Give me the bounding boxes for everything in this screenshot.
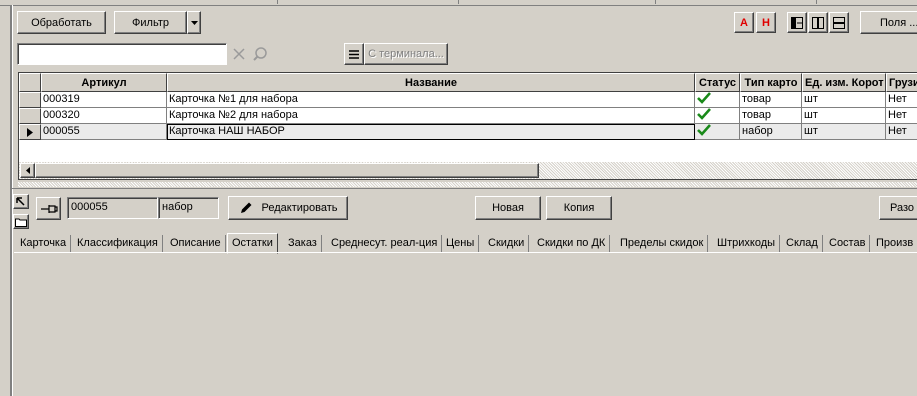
folder-button[interactable] <box>13 214 29 229</box>
card-type-field[interactable]: набор <box>158 197 219 219</box>
tab-warehouse[interactable]: Склад <box>782 235 823 252</box>
col-header-article[interactable]: Артикул <box>41 73 167 92</box>
cell-type[interactable]: товар <box>740 108 802 124</box>
horizontal-scrollbar[interactable] <box>19 162 917 179</box>
from-terminal-button[interactable]: С терминала... <box>364 43 448 65</box>
chevron-left-icon <box>25 167 30 174</box>
col-header-status[interactable]: Статус <box>695 73 740 92</box>
row-indicator[interactable] <box>19 124 41 140</box>
col-header-type[interactable]: Тип карто <box>740 73 802 92</box>
right-action-button[interactable]: Разо <box>879 196 917 220</box>
close-icon <box>232 48 245 60</box>
checkmark-icon <box>697 108 711 120</box>
card-code-field[interactable]: 000055 <box>67 197 158 219</box>
cell-status[interactable] <box>695 108 740 124</box>
tab-order[interactable]: Заказ <box>284 235 322 252</box>
filter-button[interactable]: Фильтр <box>114 11 187 34</box>
row-indicator[interactable] <box>19 108 41 124</box>
layout-left-icon <box>791 16 803 29</box>
scroll-thumb[interactable] <box>35 163 539 178</box>
checkmark-icon <box>697 124 711 136</box>
cell-unit[interactable]: шт <box>802 108 886 124</box>
splitter[interactable] <box>18 182 917 187</box>
tab-discounts-card[interactable]: Скидки по ДК <box>533 235 611 252</box>
collapse-arrow-button[interactable] <box>13 194 29 209</box>
tab-classification[interactable]: Классификация <box>73 235 163 252</box>
process-button[interactable]: Обработать <box>17 11 106 34</box>
tab-discounts[interactable]: Скидки <box>484 235 530 252</box>
table-row[interactable]: 000319 Карточка №1 для набора товар шт Н… <box>19 92 917 108</box>
pin-icon <box>40 204 58 213</box>
col-header-cargo[interactable]: Грузи <box>886 73 917 92</box>
cell-cargo[interactable]: Нет <box>886 92 917 108</box>
arrow-up-left-icon <box>16 196 25 206</box>
chevron-down-icon <box>190 20 198 25</box>
cell-status[interactable] <box>695 92 740 108</box>
layout-rows-icon <box>833 16 845 29</box>
search-input[interactable] <box>17 43 227 65</box>
font-n-button[interactable]: Н <box>756 12 776 33</box>
new-button[interactable]: Новая <box>475 196 541 220</box>
tab-stock[interactable]: Остатки <box>227 233 278 254</box>
pencil-icon <box>240 202 251 213</box>
tab-prices[interactable]: Цены <box>442 235 480 252</box>
fields-button[interactable]: Поля ... <box>860 11 917 34</box>
scroll-left-button[interactable] <box>20 163 35 178</box>
grid-header: Артикул Название Статус Тип карто Ед. из… <box>19 73 917 92</box>
col-header-unit[interactable]: Ед. изм. Корот <box>802 73 886 92</box>
cell-article[interactable]: 000055 <box>41 124 167 140</box>
edit-button-label: Редактировать <box>261 202 338 214</box>
layout-columns-icon <box>812 16 824 29</box>
tab-description[interactable]: Описание <box>166 235 226 252</box>
tab-production[interactable]: Произв <box>872 235 917 252</box>
row-pointer-icon <box>27 127 33 137</box>
cell-type[interactable]: товар <box>740 92 802 108</box>
copy-button[interactable]: Копия <box>546 196 612 220</box>
layout-left-button[interactable] <box>787 12 807 33</box>
cell-status[interactable] <box>695 124 740 140</box>
tab-card[interactable]: Карточка <box>16 235 72 252</box>
folder-icon <box>15 218 27 227</box>
tab-strip: Карточка Классификация Описание Остатки … <box>14 233 917 254</box>
layout-rows-button[interactable] <box>829 12 849 33</box>
col-header-name[interactable]: Название <box>167 73 695 92</box>
tab-baseline <box>14 252 917 253</box>
table-row[interactable]: 000320 Карточка №2 для набора товар шт Н… <box>19 108 917 124</box>
clear-search-button[interactable] <box>228 43 249 65</box>
tab-avg-daily-sales[interactable]: Среднесут. реал-ция <box>327 235 443 252</box>
cards-grid[interactable]: Артикул Название Статус Тип карто Ед. из… <box>18 72 917 180</box>
cell-article[interactable]: 000320 <box>41 108 167 124</box>
cell-article[interactable]: 000319 <box>41 92 167 108</box>
cell-unit[interactable]: шт <box>802 124 886 140</box>
list-icon <box>349 49 359 59</box>
tab-discount-limits[interactable]: Пределы скидок <box>616 235 709 252</box>
list-button[interactable] <box>344 43 364 65</box>
cell-cargo[interactable]: Нет <box>886 124 917 140</box>
search-button[interactable] <box>249 43 270 65</box>
cell-cargo[interactable]: Нет <box>886 108 917 124</box>
pin-button[interactable] <box>36 197 61 220</box>
cell-name[interactable]: Карточка №1 для набора <box>167 92 695 108</box>
top-strip <box>0 0 917 6</box>
table-row-selected[interactable]: 000055 Карточка НАШ НАБОР набор шт Нет <box>19 124 917 140</box>
cell-type[interactable]: набор <box>740 124 802 140</box>
cell-name[interactable]: Карточка НАШ НАБОР <box>167 124 695 140</box>
filter-dropdown-button[interactable] <box>187 11 201 34</box>
cell-unit[interactable]: шт <box>802 92 886 108</box>
tab-barcodes[interactable]: Штрихкоды <box>713 235 781 252</box>
layout-columns-button[interactable] <box>808 12 828 33</box>
tab-content-area <box>14 254 917 396</box>
grid-corner <box>19 73 41 92</box>
font-a-button[interactable]: А <box>734 12 754 33</box>
edit-button[interactable]: Редактировать <box>228 196 348 220</box>
splitter-line <box>12 188 917 189</box>
row-indicator[interactable] <box>19 92 41 108</box>
search-icon <box>252 47 267 61</box>
cell-name[interactable]: Карточка №2 для набора <box>167 108 695 124</box>
tab-composition[interactable]: Состав <box>825 235 871 252</box>
checkmark-icon <box>697 92 711 104</box>
